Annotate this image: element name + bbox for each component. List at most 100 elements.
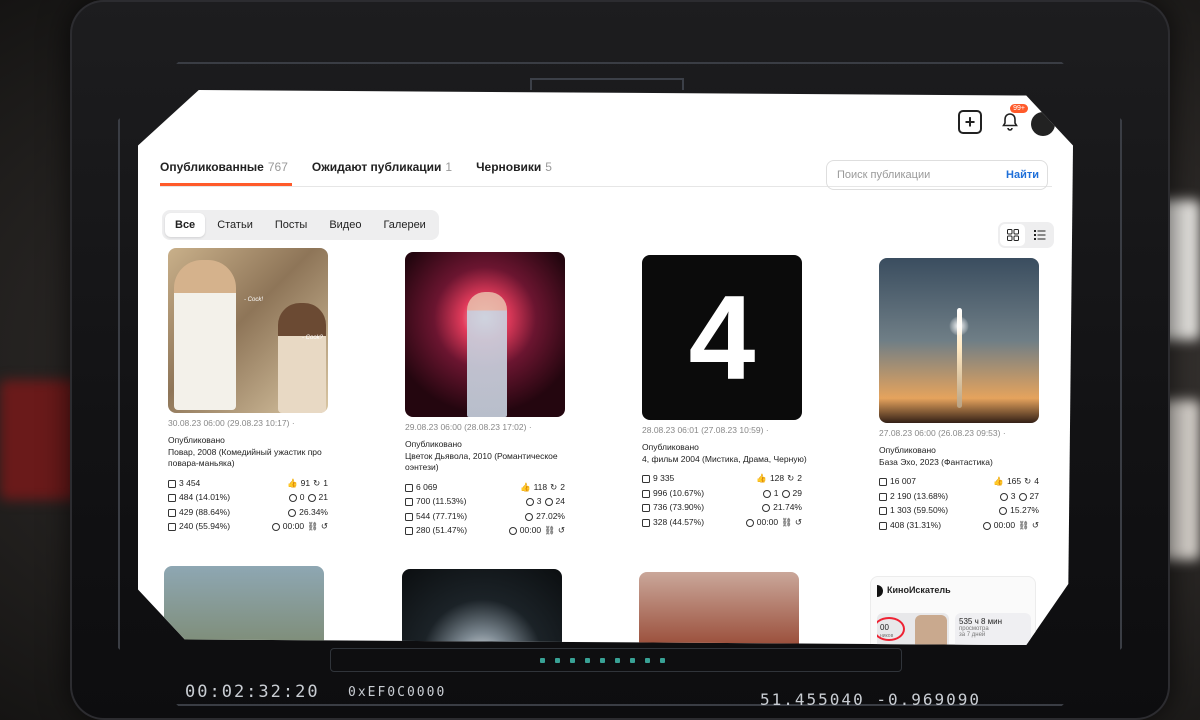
dorch-count: 408 (31.31%)	[890, 519, 942, 530]
subscribers-count: 3	[536, 496, 542, 507]
subscribers-icon	[288, 494, 297, 503]
comments-icon	[307, 494, 316, 503]
filter-all[interactable]: Все	[165, 213, 206, 237]
publication-thumbnail[interactable]	[164, 566, 324, 645]
filter-video[interactable]: Видео	[319, 213, 371, 237]
thumbnail-number: 4	[688, 270, 756, 405]
tab-label: Ожидают публикации	[311, 160, 442, 174]
list-view-icon[interactable]	[1027, 224, 1052, 246]
clock-icon	[271, 523, 280, 532]
publication-thumbnail[interactable]: 4	[642, 255, 802, 420]
publication-stats: 3 454 👍 91 ↻ 1 484 (14.01%) 0 21 429 (88.64%…	[168, 478, 328, 533]
share-icon[interactable]: ↺	[795, 517, 802, 528]
ctr-value: 27.02%	[536, 510, 565, 521]
publication-thumbnail[interactable]: - Cock! - Cook?	[168, 248, 328, 413]
filter-articles[interactable]: Статьи	[207, 213, 263, 237]
repost-icon: ↻	[1024, 476, 1032, 487]
app-screen: + 99+ Опубликованные 767 Ожидают публика…	[138, 90, 1073, 645]
publication-title[interactable]: База Эхо, 2023 (Фантастика)	[879, 457, 1059, 468]
views-count: 9 335	[653, 473, 675, 484]
publication-date: 27.08.23 06:00 (26.08.23 09:53) ·	[879, 428, 1006, 438]
link-icon[interactable]: ⛓	[544, 525, 555, 536]
hud-hex-code: 0xEF0C0000	[348, 685, 447, 700]
publication-card[interactable]: - Cock! - Cook? 30.08.23 06:00 (29.08.23…	[168, 248, 348, 533]
thumbnail-caption: - Cock!	[244, 297, 264, 303]
bell-icon[interactable]: 99+	[998, 104, 1028, 134]
tab-drafts[interactable]: Черновики 5	[476, 154, 552, 180]
views-icon	[642, 475, 650, 484]
publication-title[interactable]: Повар, 2008 (Комедийный ужастик про пова…	[168, 447, 348, 470]
publication-title[interactable]: 4, фильм 2004 (Мистика, Драма, Черную)	[642, 454, 822, 465]
like-icon: 👍	[519, 481, 531, 492]
thumbnail-figure	[278, 303, 326, 413]
hud-timecode: 00:02:32:20	[185, 682, 320, 702]
comments-count: 24	[555, 496, 565, 507]
subscribers-icon	[525, 498, 534, 507]
comments-count: 21	[318, 492, 328, 503]
read-time: 00:00	[756, 516, 779, 527]
link-icon[interactable]: ⛓	[307, 521, 318, 532]
search-button[interactable]: Найти	[1006, 169, 1039, 181]
publication-thumbnail[interactable]	[639, 572, 799, 645]
reposts-count: 2	[797, 473, 802, 484]
tab-count: 1	[445, 160, 453, 174]
reads-icon	[405, 498, 413, 507]
publication-title[interactable]: Цветок Дьявола, 2010 (Романтическое оэнт…	[405, 451, 585, 474]
publication-status: Опубликовано	[642, 442, 699, 453]
tab-published[interactable]: Опубликованные 767	[160, 154, 288, 180]
like-icon: 👍	[287, 477, 298, 488]
type-filters: Все Статьи Посты Видео Галереи	[162, 210, 439, 240]
hud-indicator-dots	[540, 658, 665, 663]
tab-pending[interactable]: Ожидают публикации 1	[312, 154, 452, 180]
share-icon[interactable]: ↺	[558, 525, 565, 536]
views-count: 16 007	[890, 476, 916, 487]
reposts-count: 1	[323, 477, 328, 488]
ctr-icon	[762, 504, 771, 513]
link-icon[interactable]: ⛓	[781, 517, 792, 528]
filter-galleries[interactable]: Галереи	[373, 213, 435, 237]
views-icon	[168, 479, 176, 488]
publication-card[interactable]: 4 28.08.23 06:01 (27.08.23 10:59) · Опуб…	[642, 255, 822, 528]
dorch-icon	[879, 521, 887, 530]
read-time: 00:00	[519, 525, 542, 536]
comments-icon	[544, 498, 553, 507]
views-icon	[879, 478, 887, 487]
publication-stats: 9 335 👍 128 ↻ 2 996 (10.67%) 1 29 736 (73.90…	[642, 473, 802, 528]
publication-thumbnail[interactable]	[402, 569, 562, 645]
dorch-icon	[642, 518, 650, 527]
background-red-object	[0, 380, 80, 500]
ctr-icon	[525, 512, 534, 521]
read-time: 00:00	[282, 521, 305, 532]
full-reads-count: 736 (73.90%)	[653, 502, 705, 513]
publication-thumbnail[interactable]	[879, 258, 1039, 423]
publication-card[interactable]: 27.08.23 06:00 (26.08.23 09:53) · Опубли…	[879, 258, 1059, 531]
publication-stats: 6 069 👍 118 ↻ 2 700 (11.53%) 3 24 544 (77.71…	[405, 482, 565, 537]
link-icon[interactable]: ⛓	[1018, 520, 1029, 531]
subscribers-count: 0	[299, 492, 305, 503]
publication-card[interactable]: 29.08.23 06:00 (28.08.23 17:02) · Опубли…	[405, 252, 585, 537]
reads-icon	[642, 489, 650, 498]
share-icon[interactable]: ↺	[321, 521, 328, 532]
filter-posts[interactable]: Посты	[265, 213, 317, 237]
subscribers-count: 3	[1010, 490, 1016, 501]
grid-view-icon[interactable]	[1000, 224, 1025, 246]
add-publication-button[interactable]: +	[958, 110, 982, 134]
share-icon[interactable]: ↺	[1032, 520, 1039, 531]
comments-count: 29	[792, 487, 802, 498]
views-count: 3 454	[179, 477, 201, 488]
channel-watch-time: 535 ч 8 мин просмотра за 7 дней	[955, 613, 1031, 645]
reads-count: 996 (10.67%)	[653, 487, 705, 498]
comments-icon	[1018, 492, 1027, 501]
repost-icon: ↻	[787, 473, 795, 484]
full-reads-count: 1 303 (59.50%)	[890, 505, 949, 516]
full-reads-icon	[879, 507, 887, 516]
like-icon: 👍	[756, 473, 767, 484]
publication-thumbnail[interactable]	[405, 252, 565, 417]
tab-label: Черновики	[476, 160, 542, 174]
channel-widget[interactable]: КиноИскатель 00 ников 535 ч 8 мин просмо…	[870, 576, 1036, 645]
search-input[interactable]	[835, 168, 1007, 182]
ctr-value: 21.74%	[773, 502, 802, 513]
tab-label: Опубликованные	[160, 160, 264, 174]
tab-count: 767	[267, 160, 288, 174]
thumbnail-caption: - Cook?	[302, 335, 324, 341]
